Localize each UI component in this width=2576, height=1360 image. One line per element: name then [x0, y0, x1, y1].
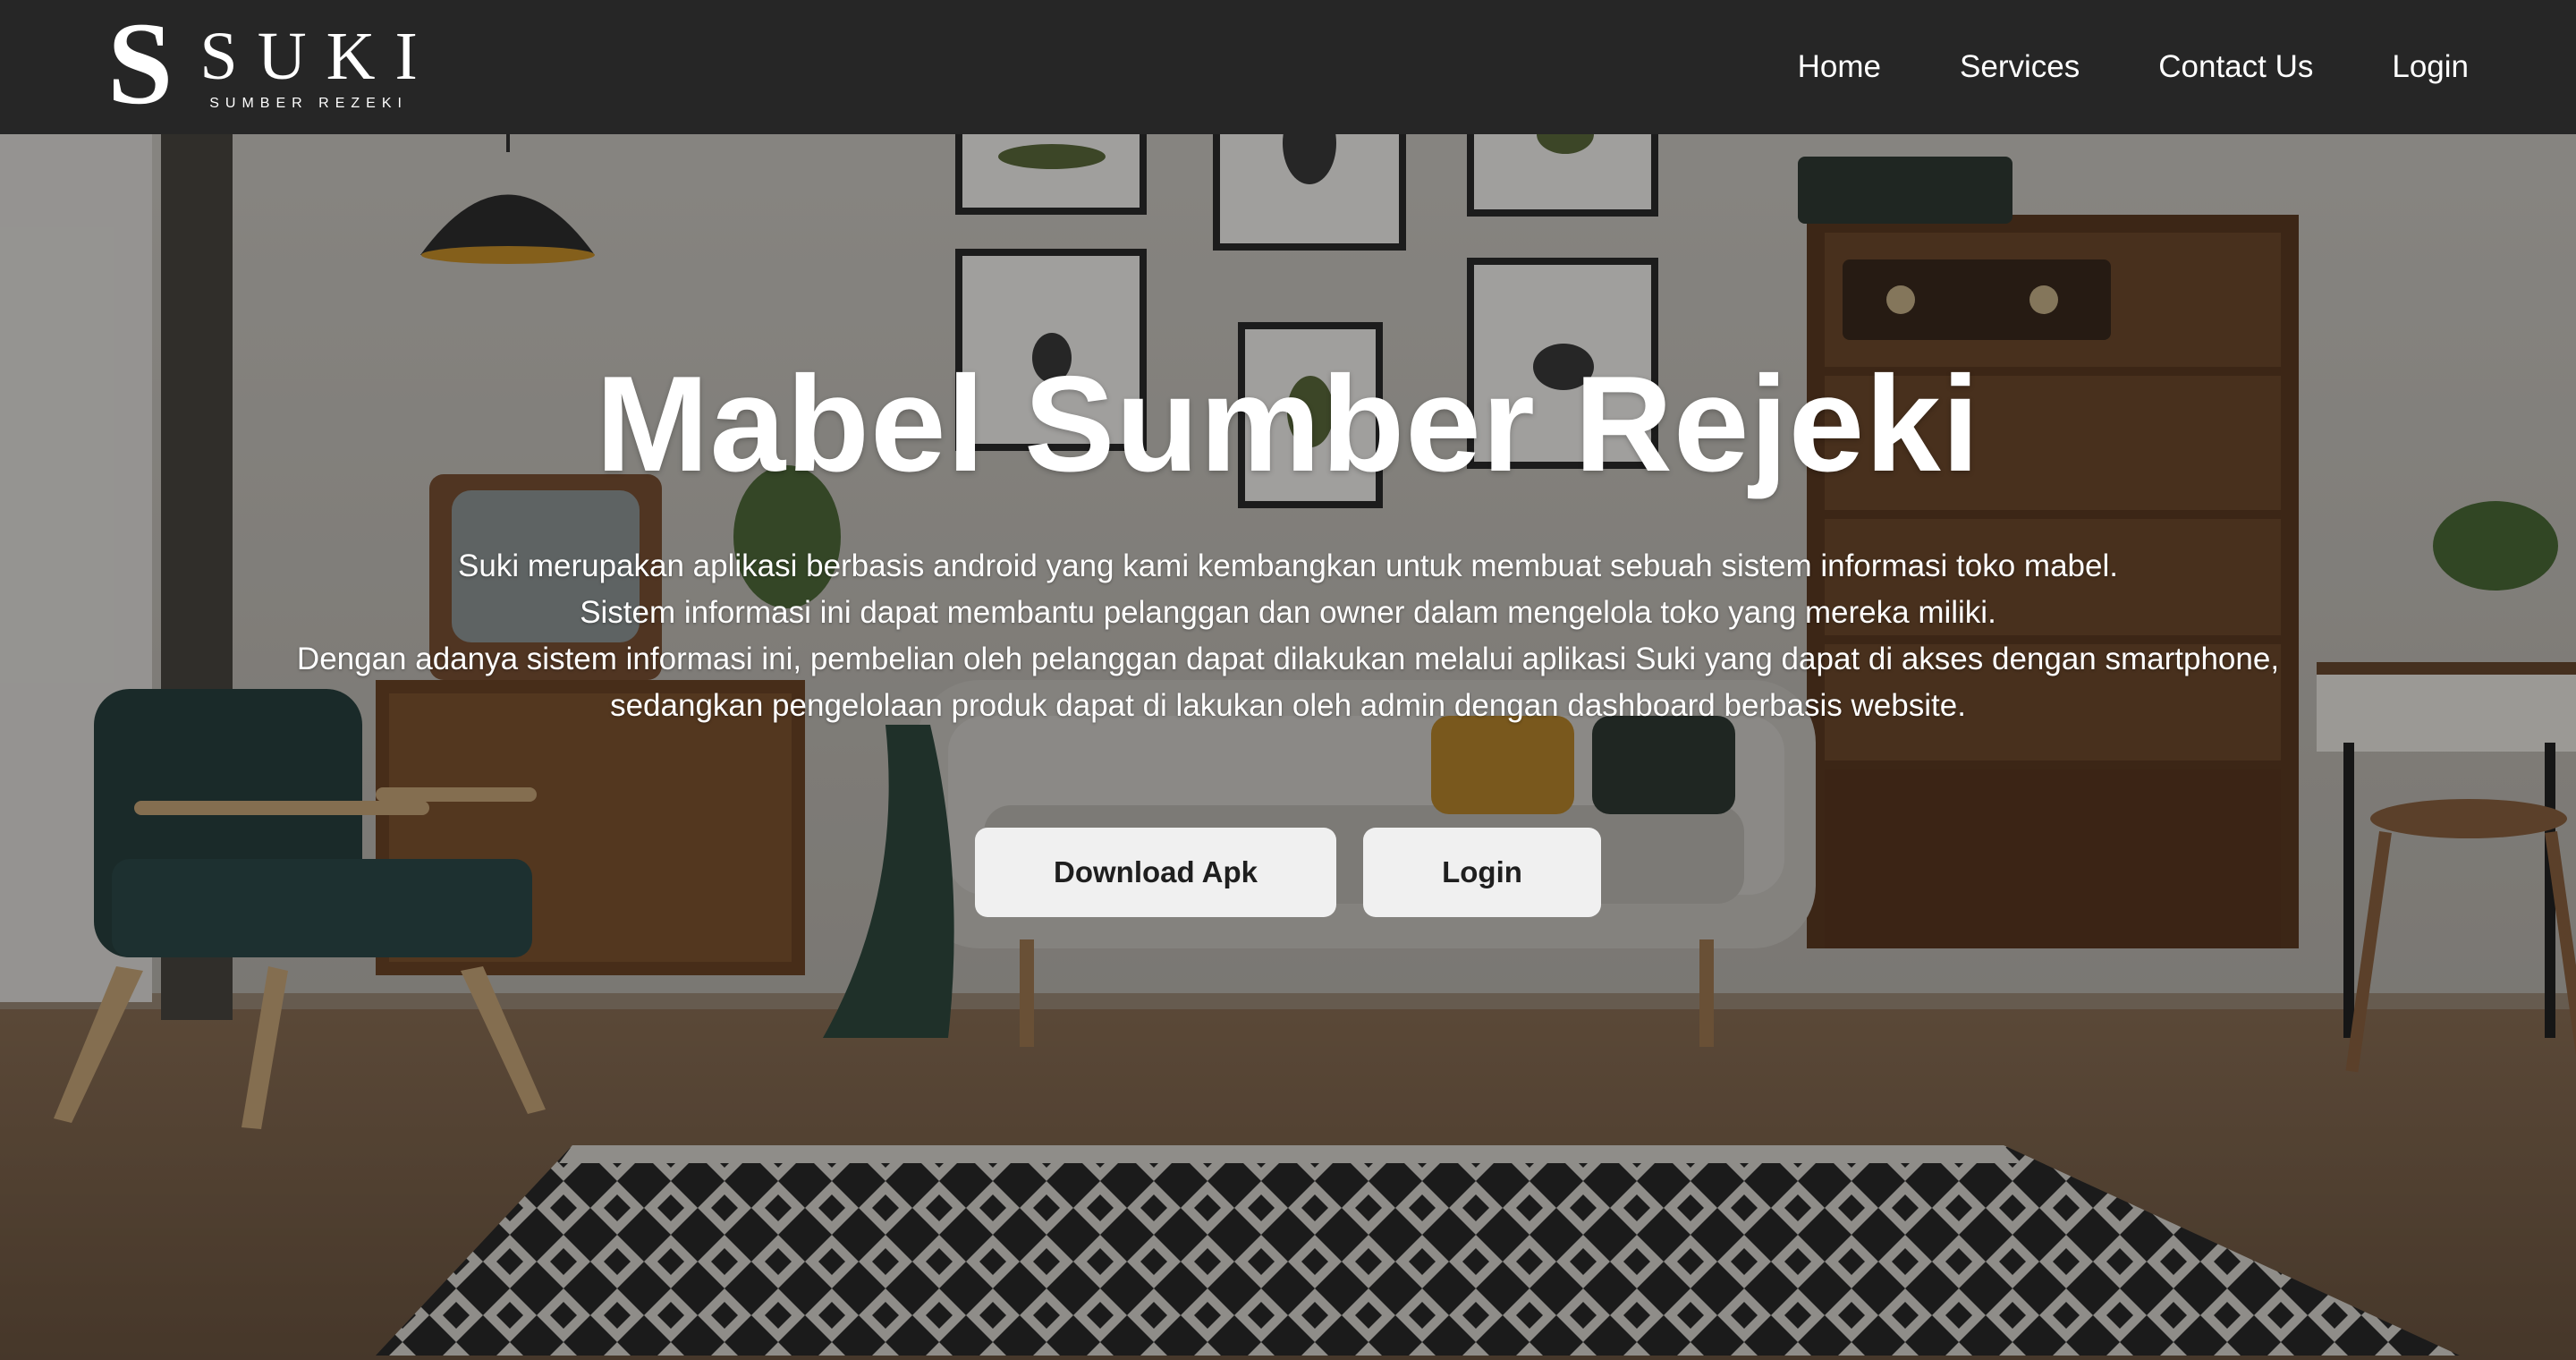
login-button[interactable]: Login [1363, 827, 1601, 917]
logo-s-icon: S [107, 0, 174, 129]
logo-wordmark: SUKI [199, 19, 437, 94]
nav-contact-link[interactable]: Contact Us [2158, 49, 2313, 85]
hero-section: Mabel Sumber Rejeki Suki merupakan aplik… [0, 353, 2576, 917]
landing-page: S SUKI SUMBER REZEKI Home Services Conta… [0, 0, 2576, 1360]
hero-title: Mabel Sumber Rejeki [596, 348, 1980, 500]
logo-text: SUKI SUMBER REZEKI [199, 22, 417, 112]
hero-description: Suki merupakan aplikasi berbasis android… [0, 543, 2576, 729]
hero-actions: Download Apk Login [0, 827, 2576, 917]
nav-services-link[interactable]: Services [1960, 49, 2080, 85]
brand-logo[interactable]: S SUKI SUMBER REZEKI [107, 4, 418, 123]
top-navbar: S SUKI SUMBER REZEKI Home Services Conta… [0, 0, 2576, 134]
download-apk-button[interactable]: Download Apk [975, 827, 1336, 917]
nav-login-link[interactable]: Login [2392, 49, 2469, 85]
hero-description-line: Dengan adanya sistem informasi ini, pemb… [296, 641, 2280, 676]
hero-description-line: sedangkan pengelolaan produk dapat di la… [610, 687, 1966, 723]
nav-home-link[interactable]: Home [1798, 49, 1881, 85]
main-nav: Home Services Contact Us Login [1798, 49, 2469, 85]
hero-description-line: Sistem informasi ini dapat membantu pela… [580, 594, 1996, 630]
logo-tagline: SUMBER REZEKI [209, 96, 408, 111]
hero-description-line: Suki merupakan aplikasi berbasis android… [458, 548, 2118, 583]
